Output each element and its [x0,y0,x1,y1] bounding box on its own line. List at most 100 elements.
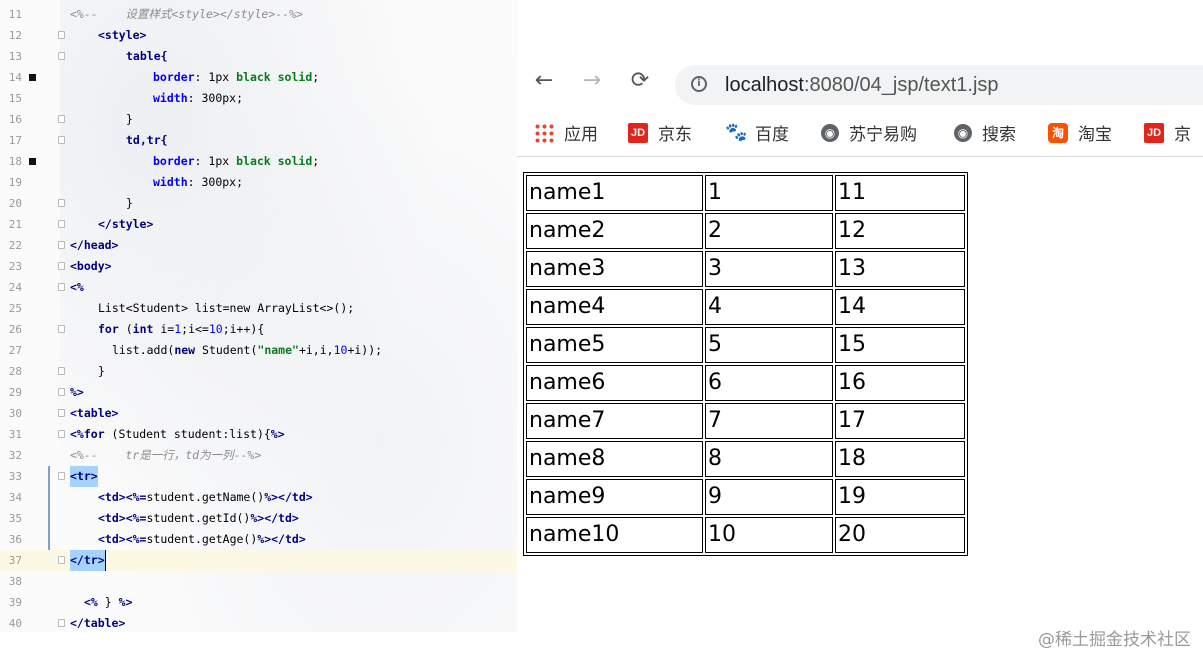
line-number: 31 [8,428,22,441]
line-number: 35 [8,512,22,525]
fold-icon[interactable] [58,199,65,207]
code-line[interactable]: 12 <style> [0,25,518,46]
bookmark-label: 搜索 [982,125,1016,145]
breakpoint-icon[interactable] [29,158,36,165]
string: "name" [257,343,299,357]
code-text: <%-- 设置样式<style></style>--%> [70,7,303,21]
fold-icon[interactable] [58,52,65,60]
bookmark-baidu[interactable]: 🐾 百度 [725,123,789,147]
code-line[interactable]: 13 table{ [0,46,518,67]
fold-icon[interactable] [58,283,65,291]
fold-icon[interactable] [58,430,65,438]
id-cell: 2 [705,213,833,249]
code-line[interactable]: 36 <td><%=student.getAge()%></td> [0,529,518,550]
code-line[interactable]: 39 <% } %> [0,592,518,613]
code-line[interactable]: 14 border: 1px black solid; [0,67,518,88]
bookmark-taobao[interactable]: 淘淘宝 [1048,123,1112,147]
fold-icon[interactable] [58,325,65,333]
id-cell: 3 [705,251,833,287]
back-button[interactable]: ← [531,68,557,94]
jsp-tag: %> [118,595,133,609]
age-cell: 18 [835,441,965,477]
age-cell: 20 [835,517,965,553]
fold-icon[interactable] [58,241,65,249]
code-line[interactable]: 11 <%-- 设置样式<style></style>--%> [0,4,518,25]
code-fragment: student.getName() [146,490,265,504]
fold-icon[interactable] [58,472,65,480]
line-number: 38 [8,575,22,588]
css-value: : 1px [194,154,237,168]
code-line[interactable]: 34 <td><%=student.getName()%></td> [0,487,518,508]
id-cell: 5 [705,327,833,363]
code-line[interactable]: 32 <%-- tr是一行，td为一列--%> [0,445,518,466]
info-icon[interactable]: i [691,76,707,92]
code-line[interactable]: 33 <tr> [0,466,518,487]
fold-icon[interactable] [58,556,65,564]
code-line[interactable]: 40 </table> [0,613,518,632]
keyword: int [132,322,154,336]
browser-toolbar: ← → ⟳ i localhost:8080/04_jsp/text1.jsp [517,55,1203,113]
code-line[interactable]: 38 [0,571,518,592]
reload-button[interactable]: ⟳ [627,68,653,94]
code-line[interactable]: 31 <%for (Student student:list){%> [0,424,518,445]
fold-icon[interactable] [58,220,65,228]
code-line[interactable]: 16 } [0,109,518,130]
code-line[interactable]: 29 %> [0,382,518,403]
code-line[interactable]: 24 <% [0,277,518,298]
jsp-tag: <%for [70,427,105,441]
jsp-tag: %> [264,490,279,504]
code-text: <td><%=student.getName()%></td> [98,487,313,508]
line-number: 29 [8,386,22,399]
fold-icon[interactable] [58,619,65,627]
breakpoint-icon[interactable] [29,74,36,81]
address-bar[interactable]: i localhost:8080/04_jsp/text1.jsp [675,65,1203,105]
url-path: :8080/04_jsp/text1.jsp [803,74,999,96]
jd-logo-icon: JD [1144,123,1164,143]
code-line[interactable]: 22 </head> [0,235,518,256]
line-number: 39 [8,596,22,609]
code-line[interactable]: 17 td,tr{ [0,130,518,151]
fold-icon[interactable] [58,409,65,417]
css-punct: ; [312,154,320,168]
fold-icon[interactable] [58,115,65,123]
table-row: name7 7 17 [526,403,965,439]
code-line[interactable]: 18 border: 1px black solid; [0,151,518,172]
bookmark-label: 应用 [564,125,598,145]
line-number: 11 [8,8,22,21]
forward-button[interactable]: → [579,68,605,94]
bookmark-label: 京 [1174,125,1191,145]
code-line[interactable]: 15 width: 300px; [0,88,518,109]
code-editor[interactable]: 11 <%-- 设置样式<style></style>--%> 12 <styl… [0,0,518,632]
fold-icon[interactable] [58,388,65,396]
code-line[interactable]: 25 List<Student> list=new ArrayList<>(); [0,298,518,319]
code-line[interactable]: 21 </style> [0,214,518,235]
fold-icon[interactable] [58,31,65,39]
line-number: 27 [8,344,22,357]
fold-icon[interactable] [58,136,65,144]
id-cell: 6 [705,365,833,401]
fold-icon[interactable] [58,262,65,270]
line-number: 28 [8,365,22,378]
bookmark-jd-2[interactable]: JD 京 [1144,123,1191,147]
code-text: <% } %> [84,592,133,613]
bookmark-jd[interactable]: JD 京东 [628,123,692,147]
code-line[interactable]: 27 list.add(new Student("name"+i,i,10+i)… [0,340,518,361]
code-line[interactable]: 19 width: 300px; [0,172,518,193]
code-line[interactable]: 20 } [0,193,518,214]
table-row: name1 1 11 [526,175,965,211]
code-line[interactable]: 30 <table> [0,403,518,424]
fold-icon[interactable] [58,367,65,375]
keyword: for [98,322,119,336]
code-line[interactable]: 26 for (int i=1;i<=10;i++){ [0,319,518,340]
bookmark-suning[interactable]: ◉ 苏宁易购 [821,123,917,147]
code-line-current[interactable]: 37 </tr> [0,550,518,571]
url-text[interactable]: localhost:8080/04_jsp/text1.jsp [725,72,999,98]
code-line[interactable]: 28 } [0,361,518,382]
code-line[interactable]: 23 <body> [0,256,518,277]
bookmark-label: 苏宁易购 [849,125,917,145]
code-line[interactable]: 35 <td><%=student.getId()%></td> [0,508,518,529]
code-fragment: +i,i, [298,343,334,357]
bookmark-apps[interactable]: 应用 [534,123,598,147]
bookmark-search[interactable]: ◉ 搜索 [954,123,1016,147]
code-fragment: student.getAge() [146,532,258,546]
